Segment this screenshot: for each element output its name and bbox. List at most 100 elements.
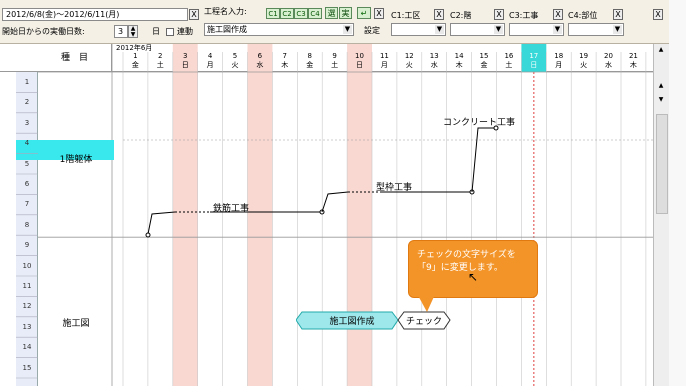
day-header-19[interactable]: 19 火 bbox=[571, 52, 596, 72]
day-weekday: 水 bbox=[256, 61, 264, 69]
day-weekday: 火 bbox=[580, 61, 588, 69]
day-weekday: 土 bbox=[331, 61, 339, 69]
day-weekday: 金 bbox=[480, 61, 488, 69]
day-number: 20 bbox=[604, 52, 613, 60]
task-label-check: チェック bbox=[405, 317, 442, 327]
row-number[interactable]: 8 bbox=[16, 215, 38, 235]
day-weekday: 日 bbox=[355, 61, 363, 69]
day-header-2[interactable]: 2土 bbox=[148, 52, 173, 72]
day-number: 17 bbox=[529, 52, 539, 60]
day-number: 9 bbox=[332, 52, 337, 60]
holiday-band bbox=[347, 44, 372, 386]
day-weekday: 木 bbox=[281, 61, 289, 69]
day-number: 5 bbox=[232, 52, 238, 60]
day-number: 4 bbox=[207, 52, 213, 60]
day-number: 21 bbox=[628, 52, 638, 60]
row-number[interactable]: 13 bbox=[16, 317, 38, 337]
row-number[interactable]: 1 bbox=[16, 72, 38, 92]
day-header-8[interactable]: 8金 bbox=[297, 52, 322, 72]
day-header-20[interactable]: 20 水 bbox=[596, 52, 621, 72]
row-number[interactable]: 2 bbox=[16, 92, 38, 112]
task-label-rebar[interactable]: 鉄筋工事 bbox=[213, 201, 249, 214]
day-weekday: 金 bbox=[306, 61, 314, 69]
day-weekday: 水 bbox=[604, 61, 612, 69]
day-header-4[interactable]: 4月 bbox=[198, 52, 223, 72]
day-number: 16 bbox=[504, 52, 514, 60]
scroll-down-icon[interactable]: ▼ bbox=[656, 96, 666, 104]
row-number[interactable]: 10 bbox=[16, 256, 38, 276]
task-label-concrete[interactable]: コンクリート工事 bbox=[443, 115, 515, 128]
row-number[interactable]: 11 bbox=[16, 276, 38, 296]
day-weekday: 火 bbox=[231, 61, 239, 69]
day-header-14[interactable]: 14 木 bbox=[447, 52, 472, 72]
day-weekday: 水 bbox=[430, 61, 438, 69]
window-edge bbox=[669, 0, 686, 386]
day-weekday: 月 bbox=[206, 61, 214, 69]
day-header-18[interactable]: 18 月 bbox=[546, 52, 571, 72]
holiday-band bbox=[172, 44, 198, 386]
balloon-tail bbox=[415, 290, 437, 312]
group-label-1f-frame[interactable]: 1階躯体 bbox=[38, 152, 114, 165]
day-weekday: 土 bbox=[505, 61, 513, 69]
day-header-21[interactable]: 21 木 bbox=[621, 52, 646, 72]
group-label-drawings[interactable]: 施工図 bbox=[38, 316, 114, 329]
day-number: 13 bbox=[429, 52, 439, 60]
row-number[interactable]: 14 bbox=[16, 337, 38, 357]
day-number: 8 bbox=[307, 52, 312, 60]
day-header-1[interactable]: 1金 bbox=[123, 52, 148, 72]
row-number[interactable]: 15 bbox=[16, 358, 38, 378]
row-number[interactable]: 5 bbox=[16, 154, 38, 174]
day-header-15[interactable]: 15 金 bbox=[472, 52, 497, 72]
day-header-7[interactable]: 7木 bbox=[272, 52, 297, 72]
day-number: 15 bbox=[479, 52, 489, 60]
task-label-drawing: 施工図作成 bbox=[329, 317, 375, 327]
day-weekday: 木 bbox=[629, 61, 637, 69]
mouse-cursor-icon: ↖ bbox=[468, 270, 479, 284]
day-number: 11 bbox=[379, 52, 389, 60]
rebar-start-node[interactable] bbox=[145, 232, 151, 238]
balloon-line-1: チェックの文字サイズを bbox=[417, 250, 516, 260]
day-number: 14 bbox=[454, 52, 464, 60]
day-header-5[interactable]: 5火 bbox=[223, 52, 248, 72]
day-weekday: 月 bbox=[380, 61, 388, 69]
day-header-16[interactable]: 16 土 bbox=[497, 52, 522, 72]
day-header-17[interactable]: 17 日 bbox=[521, 52, 546, 72]
day-number: 18 bbox=[554, 52, 564, 60]
day-header-12[interactable]: 12 火 bbox=[397, 52, 422, 72]
holiday-band bbox=[247, 44, 273, 386]
day-weekday: 日 bbox=[181, 61, 189, 69]
day-header-10[interactable]: 10 日 bbox=[347, 52, 372, 72]
day-header-9[interactable]: 9土 bbox=[322, 52, 347, 72]
day-number: 3 bbox=[182, 52, 188, 60]
concrete-task-line[interactable] bbox=[471, 127, 496, 193]
day-weekday: 火 bbox=[405, 61, 413, 69]
rebar-task-line[interactable] bbox=[147, 211, 176, 235]
day-header-6[interactable]: 6水 bbox=[248, 52, 273, 72]
day-number: 6 bbox=[257, 52, 263, 60]
formwork-task-line[interactable] bbox=[321, 191, 349, 213]
scroll-top-icon[interactable]: ▲ bbox=[656, 82, 666, 90]
holiday-band bbox=[521, 44, 547, 386]
row-number[interactable]: 4 bbox=[16, 133, 38, 153]
row-number[interactable]: 3 bbox=[16, 113, 38, 133]
day-header-3[interactable]: 3日 bbox=[173, 52, 198, 72]
row-number[interactable]: 12 bbox=[16, 296, 38, 316]
row-number[interactable]: 6 bbox=[16, 174, 38, 194]
day-number: 19 bbox=[579, 52, 589, 60]
vertical-scrollbar[interactable]: ▲ ▲ ▼ bbox=[653, 44, 669, 386]
day-weekday: 土 bbox=[156, 61, 164, 69]
day-weekday: 木 bbox=[455, 61, 463, 69]
day-weekday: 月 bbox=[555, 61, 563, 69]
day-header-13[interactable]: 13 水 bbox=[422, 52, 447, 72]
row-number[interactable]: 9 bbox=[16, 235, 38, 255]
day-weekday: 日 bbox=[530, 61, 538, 69]
day-number: 10 bbox=[355, 52, 364, 60]
scrollbar-thumb[interactable] bbox=[656, 114, 668, 214]
task-label-formwork[interactable]: 型枠工事 bbox=[376, 180, 412, 193]
scroll-up-icon[interactable]: ▲ bbox=[656, 46, 666, 54]
day-number: 7 bbox=[282, 52, 288, 60]
row-number[interactable]: 7 bbox=[16, 194, 38, 214]
day-header-11[interactable]: 11 月 bbox=[372, 52, 397, 72]
day-number: 1 bbox=[133, 52, 138, 60]
day-number: 2 bbox=[158, 52, 163, 60]
